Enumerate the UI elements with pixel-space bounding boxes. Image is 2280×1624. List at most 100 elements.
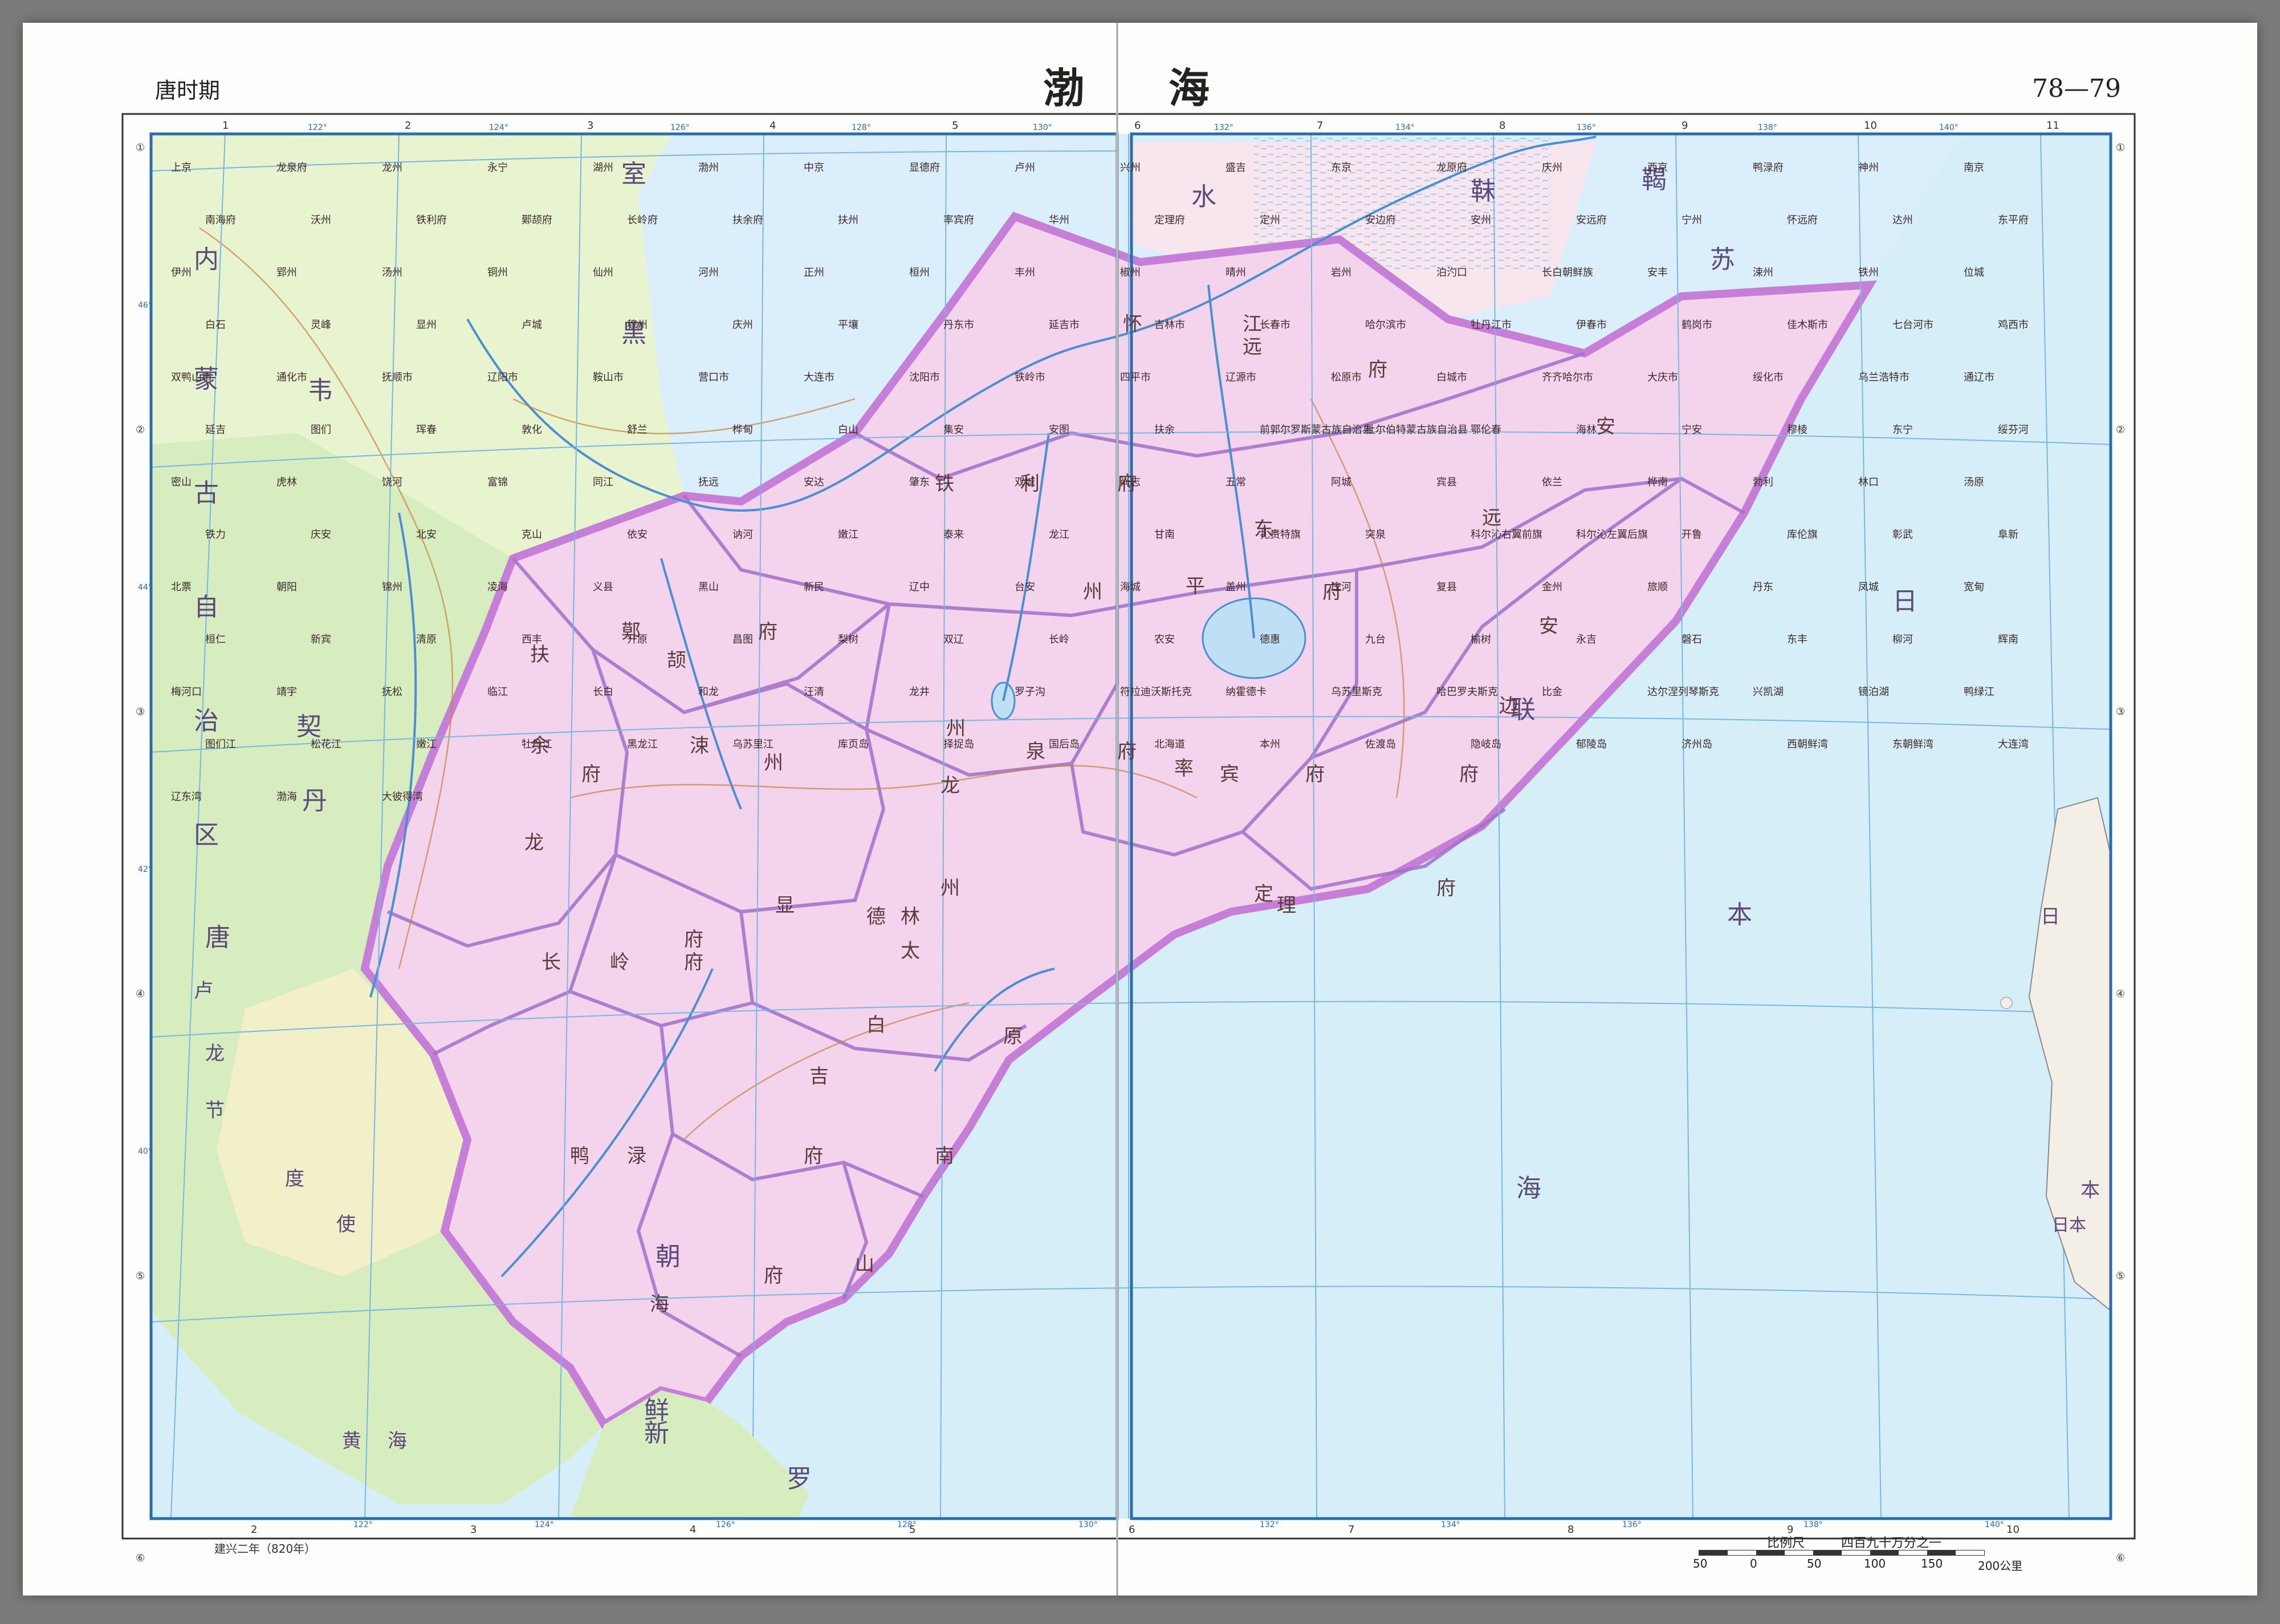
place-name: 卢州 (1015, 162, 1035, 174)
grid-col-label: 6 (1129, 1524, 1135, 1536)
place-name: 集安 (943, 424, 964, 436)
place-name: 平壤 (838, 319, 858, 331)
region-name: 契 (296, 712, 321, 741)
place-name: 汤原 (1964, 476, 1984, 488)
place-name: 金州 (1542, 581, 1562, 593)
place-name: 位城 (1964, 267, 1984, 279)
place-name: 涑州 (1753, 267, 1773, 279)
place-name: 比金 (1542, 686, 1562, 698)
prefecture-name: 府 (581, 763, 601, 786)
place-name: 安边府 (1365, 214, 1396, 226)
place-name: 双辽 (943, 634, 964, 646)
longitude-label: 140° (1985, 1520, 2004, 1529)
longitude-label: 130° (1078, 1520, 1098, 1529)
place-name: 宁安 (1681, 424, 1702, 436)
place-name: 泊汋口 (1436, 267, 1467, 279)
grid-row-label: ② (136, 424, 145, 436)
place-name: 大庆市 (1647, 372, 1678, 383)
grid-col-label: 2 (251, 1524, 257, 1536)
longitude-label: 128° (897, 1520, 917, 1529)
place-name: 晴州 (1226, 267, 1246, 279)
place-name: 松原市 (1331, 372, 1362, 383)
place-name: 乌苏里斯克 (1331, 686, 1382, 698)
place-name: 抚松 (382, 686, 402, 698)
place-name: 庆安 (311, 529, 331, 541)
place-name: 扶余府 (732, 214, 763, 226)
place-name: 德惠 (1260, 634, 1280, 646)
place-name: 沃州 (311, 214, 331, 226)
place-name: 彰武 (1892, 529, 1913, 541)
prefecture-name: 龙 (524, 831, 544, 854)
place-name: 密山 (171, 476, 192, 488)
place-name: 中京 (804, 162, 824, 174)
place-name: 西丰 (522, 634, 542, 646)
prefecture-name: 府 (1459, 763, 1479, 786)
place-name: 绥芬河 (1998, 424, 2029, 436)
longitude-label: 122° (308, 123, 327, 132)
prefecture-name: 安 (1596, 415, 1615, 438)
prefecture-name: 显 (775, 894, 795, 917)
place-name: 东朝鲜湾 (1892, 738, 1933, 750)
place-name: 佳木斯市 (1787, 319, 1828, 331)
prefecture-name: 海 (650, 1293, 669, 1316)
place-name: 罗子沟 (1015, 686, 1045, 698)
prefecture-name: 州 (764, 752, 783, 774)
place-name: 丰州 (1015, 267, 1035, 279)
prefecture-name: 岭 (610, 951, 629, 974)
region-name: 朝 (656, 1242, 681, 1271)
prefecture-name: 府 (1436, 877, 1456, 900)
place-name: 华州 (1049, 214, 1069, 226)
grid-row-label: ③ (2116, 706, 2125, 718)
place-name: 兴凯湖 (1753, 686, 1784, 698)
prefecture-name: 远 (1243, 336, 1262, 358)
grid-col-label: 8 (1499, 120, 1505, 132)
prefecture-name: 边 (1499, 695, 1518, 717)
prefecture-name: 林 (901, 905, 920, 928)
map-canvas[interactable]: 1 2 3 4 5 6 7 8 9 10 11 2 3 4 5 6 7 8 9 10 ① ①② ②③ ③④ ④⑤ ⑤⑥ ⑥ 12… (0, 0, 2280, 1624)
place-name: 鸭绿江 (1964, 686, 1994, 698)
place-name: 鸭渌府 (1753, 162, 1784, 174)
place-name: 嫩江 (416, 738, 437, 750)
place-name: 松花江 (311, 738, 341, 750)
region-name: 龙 (205, 1042, 225, 1065)
place-name: 黑山 (698, 581, 719, 593)
prefecture-name: 南 (935, 1145, 954, 1168)
place-name: 凌海 (487, 581, 508, 593)
place-name: 鸡西市 (1998, 319, 2029, 331)
place-name: 永吉 (1576, 634, 1597, 646)
place-name: 科尔沁左翼后旗 (1576, 529, 1648, 541)
place-name: 穆棱 (1787, 424, 1807, 436)
region-name: 本 (2080, 1179, 2100, 1202)
place-name: 吉林市 (1154, 319, 1185, 331)
place-name: 扎赉特旗 (1260, 529, 1301, 541)
place-name: 定理府 (1154, 214, 1185, 226)
place-name: 汤州 (382, 267, 402, 279)
place-name: 上京 (171, 162, 192, 174)
longitude-label: 140° (1939, 123, 1959, 132)
place-name: 农安 (1154, 634, 1175, 646)
place-name: 大连湾 (1998, 738, 2029, 750)
island (2000, 997, 2013, 1009)
grid-col-label: 4 (769, 120, 776, 132)
era-label: 唐时期 (155, 78, 221, 103)
place-name: 牡丹江市 (1471, 319, 1512, 331)
place-name: 西京 (1647, 162, 1668, 174)
region-name: 节 (205, 1099, 225, 1122)
place-name: 长白 (593, 686, 613, 698)
place-name: 凤城 (1858, 581, 1879, 593)
place-name: 西朝鲜湾 (1787, 738, 1828, 750)
prefecture-name: 府 (1117, 740, 1137, 763)
place-name: 齐齐哈尔市 (1542, 372, 1593, 383)
place-name: 新民 (804, 581, 824, 593)
place-name: 铁州 (1858, 267, 1879, 279)
place-name: 同江 (593, 476, 613, 488)
place-name: 新宾 (311, 634, 331, 646)
longitude-label: 124° (535, 1520, 554, 1529)
place-name: 庄河 (1331, 581, 1351, 593)
place-name: 择捉岛 (943, 738, 974, 750)
prefecture-name: 州 (1083, 581, 1102, 603)
place-name: 梅河口 (171, 686, 202, 698)
place-name: 椒州 (1120, 267, 1141, 279)
place-name: 安丰 (1647, 267, 1668, 279)
place-name: 扶州 (838, 214, 858, 226)
